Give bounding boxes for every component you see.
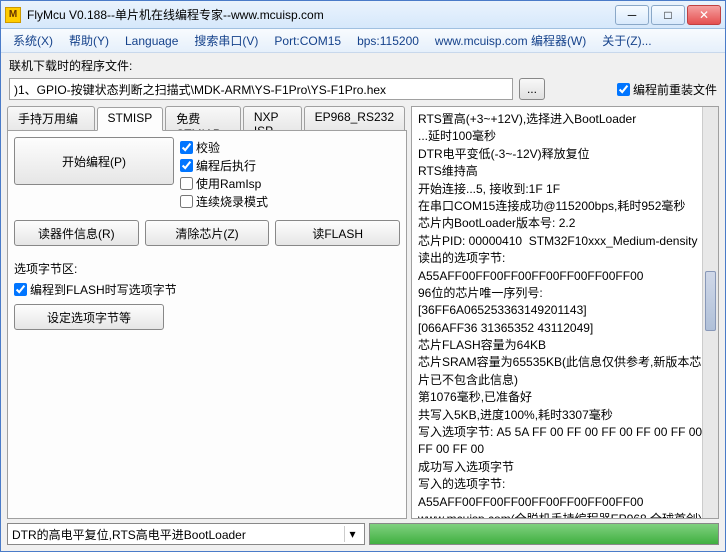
file-row-2: )1、GPIO-按键状态判断之扫描式\MDK-ARM\YS-F1Pro\YS-F… xyxy=(1,78,725,104)
window-title: FlyMcu V0.188--单片机在线编程专家--www.mcuisp.com xyxy=(27,6,615,23)
app-icon: M xyxy=(5,7,21,23)
close-button[interactable]: ✕ xyxy=(687,5,721,25)
bottom-row: DTR的高电平复位,RTS高电平进BootLoader ▾ xyxy=(1,521,725,551)
reload-before-check[interactable]: 编程前重装文件 xyxy=(617,81,717,98)
file-label: 联机下载时的程序文件: xyxy=(9,57,132,74)
combo-arrow-icon[interactable]: ▾ xyxy=(344,526,360,542)
menu-port[interactable]: Port:COM15 xyxy=(268,32,347,50)
write-option-check[interactable]: 编程到FLASH时写选项字节 xyxy=(14,281,400,298)
progress-bar xyxy=(369,523,719,545)
tab-ep968[interactable]: EP968_RS232 xyxy=(304,106,405,130)
menu-system[interactable]: 系统(X) xyxy=(7,30,59,51)
ramisp-check[interactable]: 使用RamIsp xyxy=(180,175,268,192)
reset-mode-combo[interactable]: DTR的高电平复位,RTS高电平进BootLoader ▾ xyxy=(7,523,365,545)
menu-language[interactable]: Language xyxy=(119,32,184,50)
hex-path-input[interactable]: )1、GPIO-按键状态判断之扫描式\MDK-ARM\YS-F1Pro\YS-F… xyxy=(9,78,513,100)
option-section-label: 选项字节区: xyxy=(14,260,400,277)
clear-chip-button[interactable]: 清除芯片(Z) xyxy=(145,220,270,246)
tabs: 手持万用编程器 STMISP 免费STMIAP NXP ISP EP968_RS… xyxy=(7,106,407,130)
menu-help[interactable]: 帮助(Y) xyxy=(63,30,115,51)
tab-handheld[interactable]: 手持万用编程器 xyxy=(7,106,95,130)
tab-body: 开始编程(P) 校验 编程后执行 使用RamIsp 连续烧录模式 读器件信息(R… xyxy=(7,130,407,519)
verify-check[interactable]: 校验 xyxy=(180,139,268,156)
maximize-button[interactable]: □ xyxy=(651,5,685,25)
menubar: 系统(X) 帮助(Y) Language 搜索串口(V) Port:COM15 … xyxy=(1,29,725,53)
tab-stmiap[interactable]: 免费STMIAP xyxy=(165,106,241,130)
menu-about[interactable]: 关于(Z)... xyxy=(596,30,657,51)
menu-site[interactable]: www.mcuisp.com 编程器(W) xyxy=(429,30,592,51)
tab-stmisp[interactable]: STMISP xyxy=(97,107,164,131)
titlebar: M FlyMcu V0.188--单片机在线编程专家--www.mcuisp.c… xyxy=(1,1,725,29)
tab-nxpisp[interactable]: NXP ISP xyxy=(243,106,302,130)
run-after-check[interactable]: 编程后执行 xyxy=(180,157,268,174)
start-program-button[interactable]: 开始编程(P) xyxy=(14,137,174,185)
browse-button[interactable]: ... xyxy=(519,78,545,100)
main-window: M FlyMcu V0.188--单片机在线编程专家--www.mcuisp.c… xyxy=(0,0,726,552)
main-area: 手持万用编程器 STMISP 免费STMIAP NXP ISP EP968_RS… xyxy=(1,104,725,521)
scrollbar[interactable] xyxy=(702,107,718,518)
log-content: RTS置高(+3~+12V),选择进入BootLoader...延时100毫秒D… xyxy=(418,111,712,519)
read-flash-button[interactable]: 读FLASH xyxy=(275,220,400,246)
scroll-thumb[interactable] xyxy=(705,271,716,331)
file-row: 联机下载时的程序文件: xyxy=(1,53,725,78)
continuous-check[interactable]: 连续烧录模式 xyxy=(180,193,268,210)
set-option-button[interactable]: 设定选项字节等 xyxy=(14,304,164,330)
read-info-button[interactable]: 读器件信息(R) xyxy=(14,220,139,246)
minimize-button[interactable]: ─ xyxy=(615,5,649,25)
menu-bps[interactable]: bps:115200 xyxy=(351,32,425,50)
menu-search-port[interactable]: 搜索串口(V) xyxy=(188,30,264,51)
reload-before-checkbox[interactable] xyxy=(617,83,630,96)
left-pane: 手持万用编程器 STMISP 免费STMIAP NXP ISP EP968_RS… xyxy=(7,106,407,519)
log-pane[interactable]: RTS置高(+3~+12V),选择进入BootLoader...延时100毫秒D… xyxy=(411,106,719,519)
